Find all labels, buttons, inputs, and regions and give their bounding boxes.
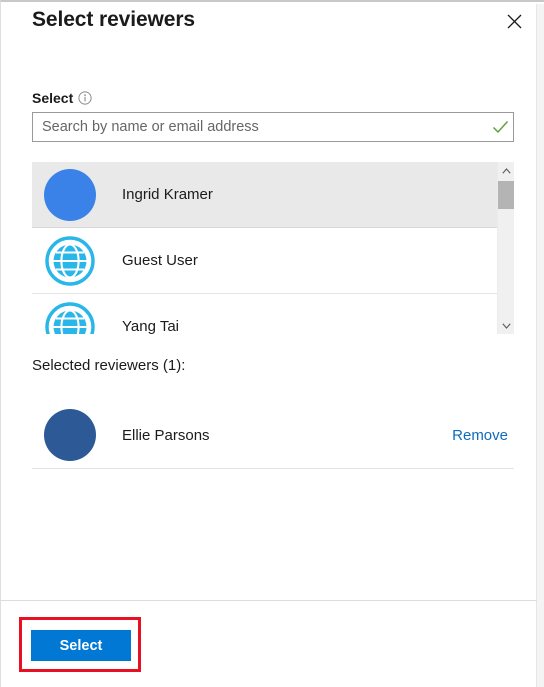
- list-item-label: Ellie Parsons: [122, 426, 210, 444]
- list-item-label: Yang Tai: [122, 318, 179, 334]
- select-field-label: Select: [32, 89, 74, 106]
- search-input[interactable]: [33, 114, 487, 140]
- close-button[interactable]: [497, 5, 531, 37]
- select-label-row: Select: [32, 88, 514, 107]
- remove-button[interactable]: Remove: [452, 427, 508, 444]
- list-item-label: Ingrid Kramer: [122, 186, 213, 203]
- select-field-block: Select: [32, 88, 514, 107]
- list-item[interactable]: Guest User: [32, 228, 514, 294]
- info-icon[interactable]: [78, 90, 92, 105]
- chevron-down-icon: [502, 322, 511, 329]
- footer-divider: [1, 600, 537, 601]
- search-field-wrapper[interactable]: [32, 112, 514, 142]
- selected-reviewers-list: Ellie Parsons Remove: [32, 402, 514, 469]
- list-scrollbar[interactable]: [497, 162, 514, 334]
- list-item: Ellie Parsons Remove: [32, 402, 514, 469]
- scrollbar-thumb[interactable]: [498, 181, 514, 209]
- select-reviewers-dialog: Select reviewers Select Search by name o…: [0, 0, 544, 687]
- globe-icon: [44, 235, 96, 287]
- list-item[interactable]: Yang Tai: [32, 294, 514, 334]
- scroll-up-button[interactable]: [498, 162, 514, 179]
- avatar: [44, 168, 96, 221]
- select-button[interactable]: Select: [31, 630, 131, 661]
- page-title: Select reviewers: [32, 8, 196, 31]
- list-item[interactable]: Ingrid Kramer: [32, 162, 514, 228]
- list-item-label: Guest User: [122, 252, 198, 269]
- reviewer-results-list[interactable]: Ingrid Kramer Guest User Yang Tai: [32, 162, 514, 334]
- globe-icon: [44, 301, 96, 334]
- dialog-header: Select reviewers: [1, 2, 537, 48]
- avatar: [44, 409, 96, 461]
- close-icon: [507, 14, 521, 28]
- page-scrollbar-track[interactable]: [536, 4, 544, 687]
- selected-reviewers-heading: Selected reviewers (1):: [32, 357, 186, 374]
- checkmark-icon: [487, 120, 513, 134]
- chevron-up-icon: [502, 167, 511, 174]
- scroll-down-button[interactable]: [498, 317, 514, 334]
